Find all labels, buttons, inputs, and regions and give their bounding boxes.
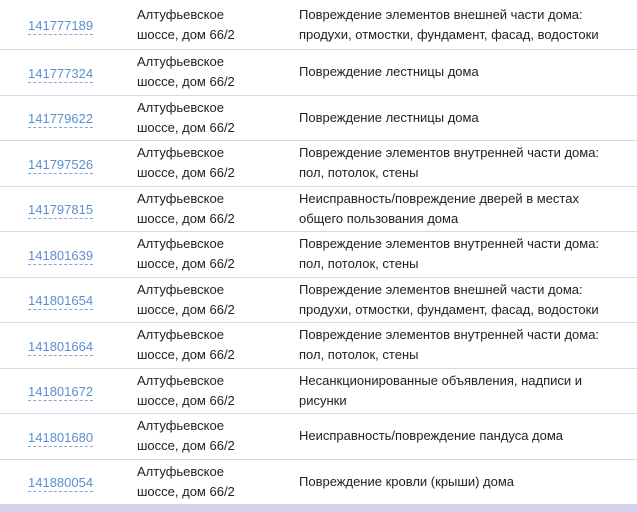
request-id-link[interactable]: 141779622 — [28, 107, 94, 129]
request-id-link[interactable]: 141880054 — [28, 471, 94, 493]
description-cell: Повреждение кровли (крыши) дома — [299, 460, 637, 505]
request-id-cell: 141801680 — [28, 414, 128, 459]
address-cell: Алтуфьевское шоссе, дом 66/2 — [137, 414, 287, 459]
table-row: 141779622 Алтуфьевское шоссе, дом 66/2 П… — [0, 96, 637, 141]
request-id-link[interactable]: 141801672 — [28, 380, 94, 402]
description-text: Повреждение элементов внутренней части д… — [299, 327, 600, 363]
description-cell: Несанкционированные объявления, надписи … — [299, 369, 637, 414]
description-cell: Повреждение лестницы дома — [299, 50, 637, 95]
request-id-cell: 141801664 — [28, 323, 128, 368]
address-cell: Алтуфьевское шоссе, дом 66/2 — [137, 278, 287, 323]
table-row: 141777324 Алтуфьевское шоссе, дом 66/2 П… — [0, 50, 637, 96]
description-text: Повреждение лестницы дома — [299, 109, 479, 125]
address-text: Алтуфьевское шоссе, дом 66/2 — [137, 327, 235, 363]
table-row: 141801680 Алтуфьевское шоссе, дом 66/2 Н… — [0, 414, 637, 460]
request-id-cell: 141797526 — [28, 141, 128, 186]
address-cell: Алтуфьевское шоссе, дом 66/2 — [137, 369, 287, 414]
description-cell: Неисправность/повреждение пандуса дома — [299, 414, 637, 459]
request-id-cell: 141797815 — [28, 187, 128, 232]
address-text: Алтуфьевское шоссе, дом 66/2 — [137, 6, 235, 42]
description-text: Несанкционированные объявления, надписи … — [299, 372, 583, 408]
table-row: 141797526 Алтуфьевское шоссе, дом 66/2 П… — [0, 141, 637, 187]
address-text: Алтуфьевское шоссе, дом 66/2 — [137, 236, 235, 272]
request-id-cell: 141880054 — [28, 460, 128, 505]
address-cell: Алтуфьевское шоссе, дом 66/2 — [137, 141, 287, 186]
description-text: Неисправность/повреждение дверей в места… — [299, 190, 579, 226]
table-row: 141801639 Алтуфьевское шоссе, дом 66/2 П… — [0, 232, 637, 278]
address-cell: Алтуфьевское шоссе, дом 66/2 — [137, 323, 287, 368]
description-text: Повреждение кровли (крыши) дома — [299, 473, 515, 489]
table-row: 141880054 Алтуфьевское шоссе, дом 66/2 П… — [0, 460, 637, 505]
address-cell: Алтуфьевское шоссе, дом 66/2 — [137, 232, 287, 277]
request-id-cell: 141777324 — [28, 50, 128, 95]
table-row: 141801672 Алтуфьевское шоссе, дом 66/2 Н… — [0, 369, 637, 414]
description-cell: Неисправность/повреждение дверей в места… — [299, 187, 637, 232]
table-row: 141801654 Алтуфьевское шоссе, дом 66/2 П… — [0, 278, 637, 323]
requests-table: 141777189 Алтуфьевское шоссе, дом 66/2 П… — [0, 0, 637, 505]
address-text: Алтуфьевское шоссе, дом 66/2 — [137, 372, 235, 408]
request-id-link[interactable]: 141801664 — [28, 335, 94, 356]
description-text: Повреждение элементов внутренней части д… — [299, 145, 600, 181]
address-cell: Алтуфьевское шоссе, дом 66/2 — [137, 0, 287, 49]
address-cell: Алтуфьевское шоссе, дом 66/2 — [137, 187, 287, 232]
description-cell: Повреждение элементов внешней части дома… — [299, 0, 637, 49]
address-cell: Алтуфьевское шоссе, дом 66/2 — [137, 460, 287, 505]
request-id-cell: 141801672 — [28, 369, 128, 414]
description-cell: Повреждение элементов внутренней части д… — [299, 323, 637, 368]
request-id-link[interactable]: 141797815 — [28, 198, 94, 220]
footer-bar — [0, 505, 637, 512]
address-text: Алтуфьевское шоссе, дом 66/2 — [137, 463, 235, 499]
address-text: Алтуфьевское шоссе, дом 66/2 — [137, 281, 235, 317]
address-text: Алтуфьевское шоссе, дом 66/2 — [137, 418, 235, 454]
address-cell: Алтуфьевское шоссе, дом 66/2 — [137, 96, 287, 141]
table-row: 141797815 Алтуфьевское шоссе, дом 66/2 Н… — [0, 187, 637, 232]
request-id-cell: 141801639 — [28, 232, 128, 277]
table-row: 141777189 Алтуфьевское шоссе, дом 66/2 П… — [0, 0, 637, 50]
description-cell: Повреждение элементов внешней части дома… — [299, 278, 637, 323]
address-text: Алтуфьевское шоссе, дом 66/2 — [137, 145, 235, 181]
description-text: Повреждение элементов внутренней части д… — [299, 236, 600, 272]
address-text: Алтуфьевское шоссе, дом 66/2 — [137, 54, 235, 90]
table-row: 141801664 Алтуфьевское шоссе, дом 66/2 П… — [0, 323, 637, 369]
request-id-cell: 141779622 — [28, 96, 128, 141]
request-id-cell: 141777189 — [28, 0, 128, 49]
request-id-link[interactable]: 141801639 — [28, 244, 94, 265]
address-cell: Алтуфьевское шоссе, дом 66/2 — [137, 50, 287, 95]
request-id-link[interactable]: 141801680 — [28, 426, 94, 447]
description-cell: Повреждение элементов внутренней части д… — [299, 141, 637, 186]
request-id-link[interactable]: 141777324 — [28, 62, 94, 83]
description-text: Повреждение лестницы дома — [299, 64, 479, 80]
address-text: Алтуфьевское шоссе, дом 66/2 — [137, 190, 235, 226]
description-cell: Повреждение элементов внутренней части д… — [299, 232, 637, 277]
request-id-link[interactable]: 141777189 — [28, 14, 94, 35]
request-id-link[interactable]: 141797526 — [28, 153, 94, 174]
request-id-cell: 141801654 — [28, 278, 128, 323]
description-text: Повреждение элементов внешней части дома… — [299, 281, 599, 317]
description-text: Повреждение элементов внешней части дома… — [299, 6, 599, 42]
address-text: Алтуфьевское шоссе, дом 66/2 — [137, 99, 235, 135]
request-id-link[interactable]: 141801654 — [28, 289, 94, 311]
description-cell: Повреждение лестницы дома — [299, 96, 637, 141]
description-text: Неисправность/повреждение пандуса дома — [299, 428, 564, 444]
